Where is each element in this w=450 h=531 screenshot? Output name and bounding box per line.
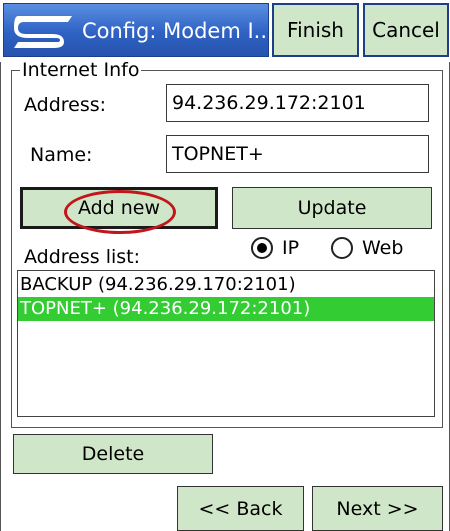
window-title-area: Config: Modem I...	[3, 3, 274, 57]
address-input[interactable]: 94.236.29.172:2101	[166, 84, 429, 122]
update-button[interactable]: Update	[232, 187, 432, 229]
radio-selected-dot	[257, 243, 267, 253]
title-bar: Config: Modem I... Finish Cancel	[0, 0, 450, 62]
radio-ip-label: IP	[282, 237, 300, 259]
radio-web-label: Web	[362, 237, 404, 259]
app-logo-icon	[14, 16, 72, 48]
list-item-topnet[interactable]: TOPNET+ (94.236.29.172:2101)	[18, 297, 434, 321]
name-label: Name:	[30, 144, 93, 166]
next-button[interactable]: Next >>	[312, 486, 443, 531]
address-list[interactable]: BACKUP (94.236.29.170:2101) TOPNET+ (94.…	[17, 270, 435, 417]
radio-ip[interactable]	[251, 237, 273, 259]
finish-button[interactable]: Finish	[272, 3, 359, 57]
add-new-label: Add new	[77, 197, 161, 219]
cancel-button[interactable]: Cancel	[363, 3, 449, 57]
address-label: Address:	[24, 94, 107, 116]
radio-web[interactable]	[331, 237, 353, 259]
address-list-label: Address list:	[24, 246, 141, 268]
back-button[interactable]: << Back	[177, 486, 304, 531]
delete-button[interactable]: Delete	[13, 434, 213, 474]
name-input[interactable]: TOPNET+	[166, 135, 429, 173]
window-title: Config: Modem I...	[82, 19, 274, 43]
list-item-backup[interactable]: BACKUP (94.236.29.170:2101)	[18, 273, 434, 297]
add-new-button[interactable]: Add new	[20, 187, 218, 229]
group-legend: Internet Info	[20, 58, 142, 82]
